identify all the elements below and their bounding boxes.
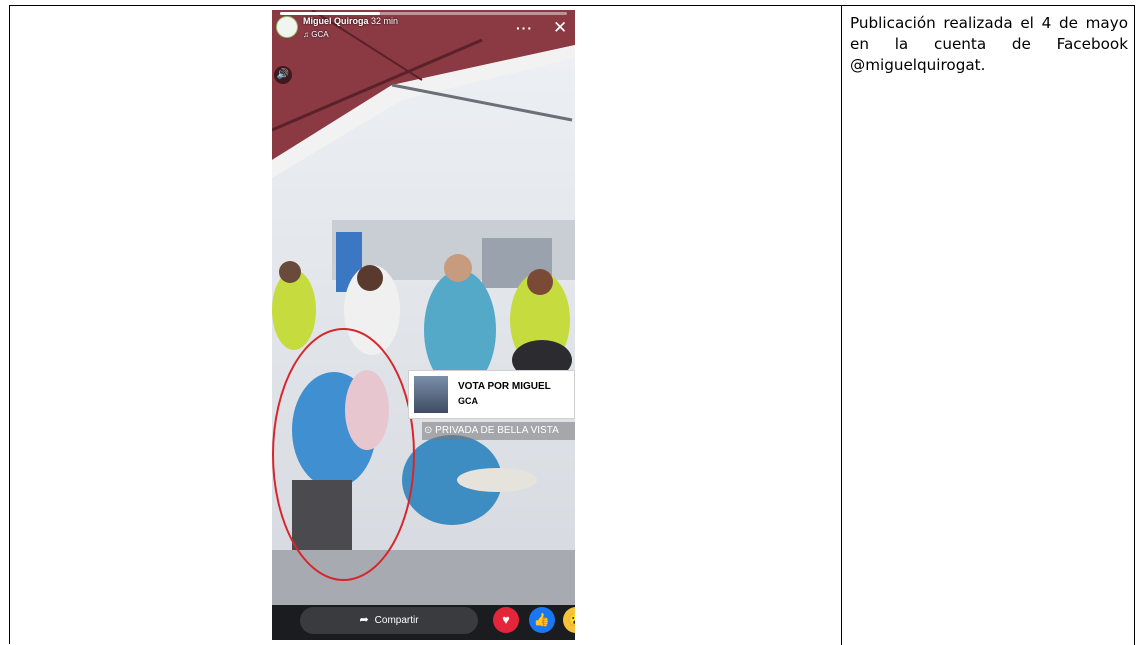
author-avatar[interactable] xyxy=(276,16,298,38)
author-name[interactable]: Miguel Quiroga xyxy=(303,16,369,26)
love-reaction-icon[interactable]: ♥ xyxy=(493,607,519,633)
facebook-story-screenshot: Miguel Quiroga 32 min ♫ GCA ··· ✕ 🔊 VOTA… xyxy=(272,10,575,640)
music-label[interactable]: ♫ GCA xyxy=(303,30,329,39)
close-icon[interactable]: ✕ xyxy=(553,19,567,36)
location-text: PRIVADA DE BELLA VISTA xyxy=(435,425,559,436)
like-reaction-icon[interactable]: 👍 xyxy=(529,607,555,633)
story-progress-bar xyxy=(280,12,567,15)
wow-reaction-icon[interactable]: 😮 xyxy=(563,607,575,633)
ellipsis-icon[interactable]: ··· xyxy=(516,20,533,36)
link-sticker[interactable]: VOTA POR MIGUEL GCA xyxy=(408,370,575,419)
share-arrow-icon: ➦ xyxy=(359,614,369,626)
description-cell: Publicación realizada el 4 de mayo en la… xyxy=(842,6,1135,645)
post-time: 32 min xyxy=(371,16,399,26)
highlight-circle xyxy=(272,328,415,581)
music-text: GCA xyxy=(311,30,329,39)
share-label: Compartir xyxy=(374,615,419,626)
speaker-icon[interactable]: 🔊 xyxy=(274,66,292,84)
author-line[interactable]: Miguel Quiroga 32 min xyxy=(303,16,398,26)
story-progress-fill xyxy=(280,12,381,15)
sticker-subtitle: GCA xyxy=(458,396,478,406)
story-action-bar: ➦ Compartir ♥ 👍 😮 xyxy=(272,605,575,640)
caption-text: Publicación realizada el 4 de mayo en la… xyxy=(850,14,1128,74)
story-header: Miguel Quiroga 32 min ♫ GCA ··· ✕ xyxy=(272,10,575,54)
sticker-title: VOTA POR MIGUEL xyxy=(458,381,551,392)
location-tag[interactable]: ⊙ PRIVADA DE BELLA VISTA xyxy=(422,422,575,440)
share-button[interactable]: ➦ Compartir xyxy=(300,607,478,634)
sticker-thumbnail xyxy=(414,376,448,413)
